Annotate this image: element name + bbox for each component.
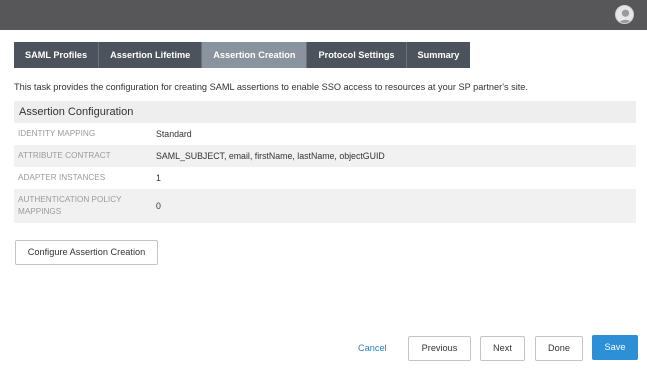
row-label: ADAPTER INSTANCES: [18, 173, 106, 182]
panel-title: Assertion Configuration: [14, 101, 636, 123]
row-value: 1: [156, 173, 161, 183]
top-bar: [0, 0, 647, 30]
config-row-adapter-instances: ADAPTER INSTANCES 1: [14, 167, 636, 189]
tab-assertion-lifetime[interactable]: Assertion Lifetime: [99, 42, 203, 68]
done-button[interactable]: Done: [535, 336, 583, 361]
config-row-authentication-policy-mappings: AUTHENTICATION POLICY MAPPINGS 0: [14, 189, 636, 223]
tab-assertion-creation[interactable]: Assertion Creation: [202, 42, 308, 68]
cancel-link[interactable]: Cancel: [358, 343, 387, 353]
row-label: IDENTITY MAPPING: [18, 129, 96, 138]
next-button[interactable]: Next: [480, 336, 525, 361]
tab-protocol-settings[interactable]: Protocol Settings: [307, 42, 407, 68]
row-label: ATTRIBUTE CONTRACT: [18, 151, 111, 160]
row-label: AUTHENTICATION POLICY MAPPINGS: [18, 195, 122, 216]
config-row-identity-mapping: IDENTITY MAPPING Standard: [14, 123, 636, 145]
task-description: This task provides the configuration for…: [14, 82, 528, 92]
tab-saml-profiles[interactable]: SAML Profiles: [14, 42, 100, 68]
wizard-tabs: SAML Profiles Assertion Lifetime Asserti…: [14, 42, 471, 68]
config-row-attribute-contract: ATTRIBUTE CONTRACT SAML_SUBJECT, email, …: [14, 145, 636, 167]
save-button[interactable]: Save: [592, 335, 638, 360]
row-value: 0: [156, 201, 161, 211]
row-value: Standard: [156, 129, 192, 139]
configure-assertion-creation-button[interactable]: Configure Assertion Creation: [15, 240, 158, 265]
tab-summary[interactable]: Summary: [406, 42, 471, 68]
previous-button[interactable]: Previous: [408, 336, 471, 361]
assertion-configuration-panel: Assertion Configuration IDENTITY MAPPING…: [14, 101, 636, 223]
row-value: SAML_SUBJECT, email, firstName, lastName…: [156, 151, 385, 161]
user-avatar-icon[interactable]: [615, 5, 634, 24]
